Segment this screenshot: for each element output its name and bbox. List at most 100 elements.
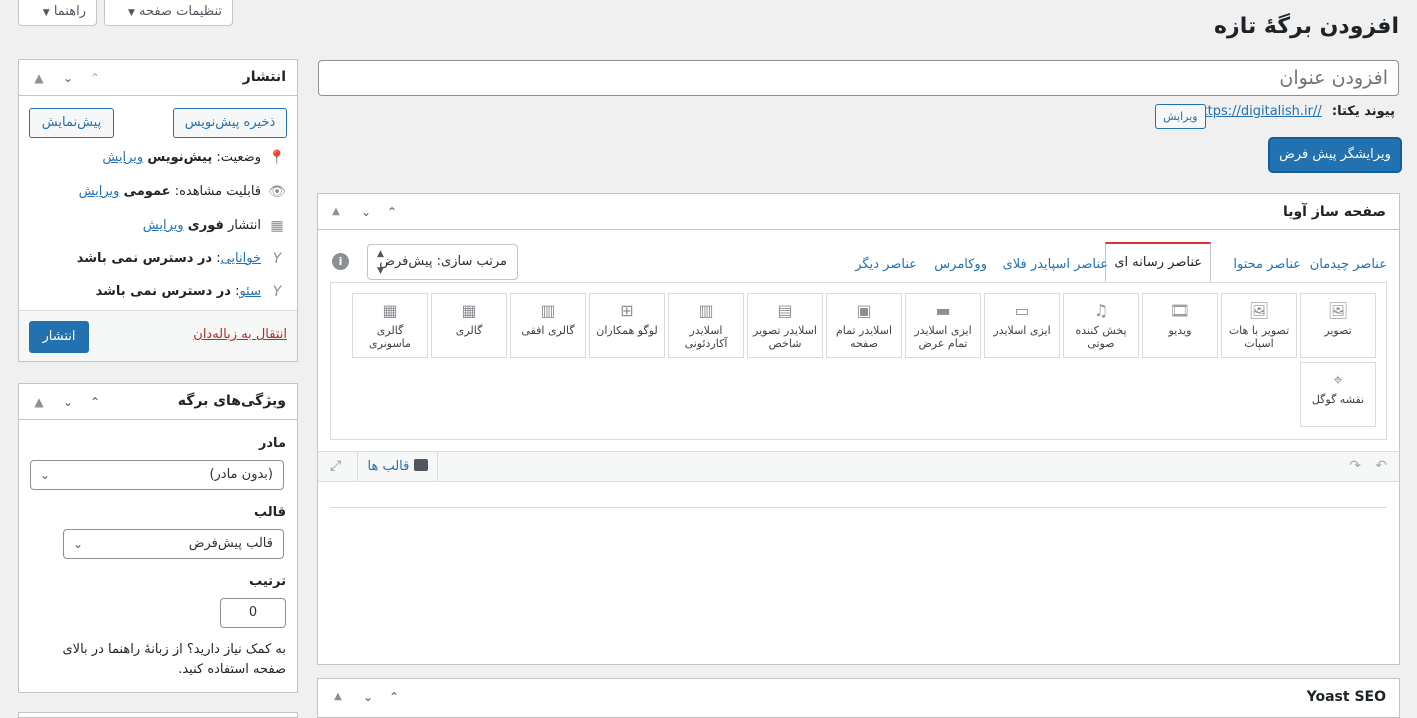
fullscreen-icon[interactable]: ⤢ xyxy=(330,458,341,474)
template-select-value: قالب پیش‌فرض xyxy=(188,536,273,551)
video-icon: 🎞 xyxy=(1169,301,1191,320)
chevron-down-icon: ⌄ xyxy=(73,537,84,551)
tab-spiderfly-elements[interactable]: عناصر اسپایدر فلای xyxy=(1003,246,1108,284)
tab-woocommerce[interactable]: ووکامرس xyxy=(934,246,987,284)
sort-select[interactable]: مرتب سازی: پیش‌فرض ▲ ▼ xyxy=(367,244,518,280)
seo-link[interactable]: سئو xyxy=(239,284,261,299)
preview-button[interactable]: پیش‌نمایش xyxy=(29,108,114,138)
tab-other-elements[interactable]: عناصر دیگر xyxy=(855,246,917,284)
element-tile-label: ویدیو xyxy=(1168,324,1192,337)
parent-select[interactable]: (بدون مادر) ⌄ xyxy=(30,460,284,490)
element-tile[interactable]: 🖼 تصویر xyxy=(1300,293,1376,358)
element-tile[interactable]: ▭ ایزی اسلایدر xyxy=(984,293,1060,358)
eye-icon: 👁 xyxy=(268,184,286,200)
save-draft-button[interactable]: ذخیره پیش‌نویس xyxy=(173,108,287,138)
hotspot-image-icon: 🖼 xyxy=(1248,301,1270,320)
permalink-edit-button[interactable]: ویرایش xyxy=(1155,104,1206,129)
element-tile[interactable]: ♫ پخش کننده صوتی xyxy=(1063,293,1139,358)
move-to-trash-link[interactable]: انتقال به زباله‌دان xyxy=(193,327,287,342)
chevron-down-icon: ▼ xyxy=(42,8,50,18)
template-select[interactable]: قالب پیش‌فرض ⌄ xyxy=(63,529,284,559)
element-tile-label: تصویر با هات اسپات xyxy=(1228,324,1290,350)
element-tile-label: ایزی اسلایدر تمام عرض xyxy=(914,324,972,350)
pin-icon: 📍 xyxy=(268,150,286,166)
chevron-up-icon[interactable]: ▲ xyxy=(326,202,346,222)
chevron-down-icon[interactable]: ⌄ xyxy=(356,202,376,222)
visibility-label: قابلیت مشاهده: xyxy=(174,184,261,199)
chevron-up-icon[interactable]: ⌃ xyxy=(85,392,105,412)
yoast-box: Yoast SEO ▲ ⌄ ⌃ xyxy=(317,678,1400,718)
sort-arrows-icon: ▲ ▼ xyxy=(377,249,384,276)
tab-content-elements[interactable]: عناصر محتوا xyxy=(1233,246,1301,284)
publish-actions: انتقال به زباله‌دان انتشار xyxy=(19,310,297,361)
element-tile[interactable]: 🖼 تصویر با هات اسپات xyxy=(1221,293,1297,358)
element-tile[interactable]: ▬ ایزی اسلایدر تمام عرض xyxy=(905,293,981,358)
audio-player-icon: ♫ xyxy=(1093,301,1109,320)
publish-box-header: انتشار ▲ ⌄ ⌃ xyxy=(19,60,297,96)
publish-time-edit-link[interactable]: ویرایش xyxy=(143,218,184,233)
chevron-up-icon[interactable]: ▲ xyxy=(29,392,49,412)
status-label: وضعیت: xyxy=(216,150,261,165)
chevron-down-icon[interactable]: ⌄ xyxy=(58,392,78,412)
status-edit-link[interactable]: ویرایش xyxy=(102,150,143,165)
publish-button[interactable]: انتشار xyxy=(29,321,89,353)
undo-icon[interactable]: ↶ xyxy=(1375,458,1387,474)
chevron-up-icon[interactable]: ⌃ xyxy=(382,202,402,222)
templates-label: قالب ها xyxy=(367,459,410,474)
permalink-row: پیوند یکتا: https://digitalish.ir// xyxy=(1194,104,1395,128)
element-tile[interactable]: ▥ گالری افقی xyxy=(510,293,586,358)
element-tile[interactable]: ▦ گالری ماسونری xyxy=(352,293,428,358)
element-tile[interactable]: ▦ گالری xyxy=(431,293,507,358)
chevron-down-icon[interactable]: ⌄ xyxy=(58,68,78,88)
element-tile-label: ایزی اسلایدر xyxy=(993,324,1051,337)
visibility-value: عمومی xyxy=(123,184,171,199)
order-input[interactable]: 0 xyxy=(220,598,286,628)
status-value: پیش‌نویس xyxy=(147,150,213,165)
element-tile-label: لوگو همکاران xyxy=(596,324,658,337)
element-tile[interactable]: ▥ اسلایدر آکاردئونی xyxy=(668,293,744,358)
element-tile-label: تصویر xyxy=(1324,324,1352,337)
chevron-up-icon[interactable]: ▲ xyxy=(328,687,348,707)
publish-time-value: فوری xyxy=(187,218,224,233)
element-tile-label: گالری ماسونری xyxy=(369,324,411,350)
chevron-up-icon[interactable]: ⌃ xyxy=(85,68,105,88)
element-tile[interactable]: ⌖ نقشه گوگل xyxy=(1300,362,1376,427)
element-tile-label: اسلایدر آکاردئونی xyxy=(684,324,728,350)
readability-link[interactable]: خوانایی xyxy=(221,251,261,266)
default-editor-button[interactable]: ویرایشگر پیش فرض xyxy=(1270,139,1400,171)
templates-button[interactable]: قالب ها xyxy=(357,452,438,481)
element-tile[interactable]: ▤ اسلایدر تصویر شاخص xyxy=(747,293,823,358)
element-tile[interactable]: 🎞 ویدیو xyxy=(1142,293,1218,358)
chevron-up-icon[interactable]: ⌃ xyxy=(384,687,404,707)
help-tab[interactable]: راهنما ▼ xyxy=(18,0,97,26)
info-icon[interactable]: i xyxy=(332,253,349,270)
element-tile-label: گالری xyxy=(455,324,483,337)
publish-box-title: انتشار xyxy=(242,69,286,85)
elements-panel: 🖼 تصویر 🖼 تصویر با هات اسپات 🎞 ویدیو ♫ پخش کنند… xyxy=(330,282,1387,440)
seo-row: سئو: در دسترس نمی باشد xyxy=(95,284,261,299)
tab-layout-elements[interactable]: عناصر چیدمان xyxy=(1310,246,1387,284)
page-attributes-header: ویژگی‌های برگه ▲ ⌄ ⌃ xyxy=(19,384,297,420)
chevron-up-icon[interactable]: ▲ xyxy=(29,68,49,88)
builder-canvas[interactable] xyxy=(330,490,1387,508)
element-tile[interactable]: ▣ اسلایدر تمام صفحه xyxy=(826,293,902,358)
readability-value: در دسترس نمی باشد xyxy=(76,251,213,266)
accordion-slider-icon: ▥ xyxy=(698,301,714,320)
sort-select-value: مرتب سازی: پیش‌فرض xyxy=(379,254,507,269)
page-builder-title: صفحه ساز آویا xyxy=(1282,204,1386,220)
screen-options-tab[interactable]: تنظیمات صفحه ▼ xyxy=(104,0,233,26)
title-input[interactable] xyxy=(318,60,1399,96)
tab-media-elements[interactable]: عناصر رسانه ای xyxy=(1105,242,1211,282)
fullwidth-easy-slider-icon: ▬ xyxy=(935,301,951,320)
easy-slider-icon: ▭ xyxy=(1014,301,1030,320)
yoast-icon: Y xyxy=(272,251,282,267)
permalink-url[interactable]: https://digitalish.ir// xyxy=(1194,104,1321,119)
chevron-down-icon[interactable]: ⌄ xyxy=(358,687,378,707)
redo-icon[interactable]: ↷ xyxy=(1349,458,1361,474)
status-row: وضعیت: پیش‌نویس ویرایش xyxy=(102,150,261,165)
page-attributes-box: ویژگی‌های برگه ▲ ⌄ ⌃ مادر (بدون مادر) ⌄ … xyxy=(18,383,298,693)
element-tile[interactable]: ⊞ لوگو همکاران xyxy=(589,293,665,358)
readability-row: خوانایی: در دسترس نمی باشد xyxy=(76,251,261,266)
calendar-icon: ▦ xyxy=(270,218,284,234)
visibility-edit-link[interactable]: ویرایش xyxy=(79,184,120,199)
